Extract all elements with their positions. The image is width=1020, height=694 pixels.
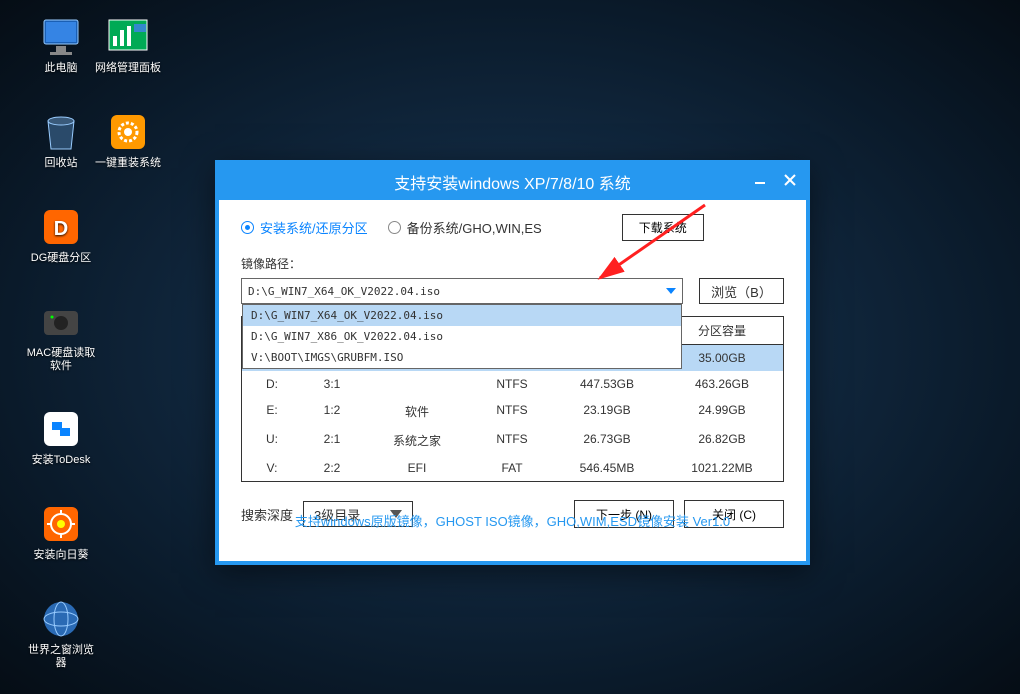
close-button[interactable]: [782, 172, 798, 188]
image-path-row: D:\G_WIN7_X64_OK_V2022.04.iso D:\G_WIN7_…: [241, 278, 784, 304]
desktop-icon-label: 安装向日葵: [25, 549, 97, 562]
download-system-button[interactable]: 下载系统: [622, 214, 704, 241]
desktop-icon-label: 此电脑: [25, 62, 97, 75]
desktop-icon-label: 世界之窗浏览器: [25, 644, 97, 670]
image-path-combo[interactable]: D:\G_WIN7_X64_OK_V2022.04.iso D:\G_WIN7_…: [241, 278, 683, 304]
radio-install-label: 安装系统/还原分区: [260, 218, 368, 237]
app-icon: [40, 503, 82, 545]
desktop-icon[interactable]: 回收站: [25, 111, 97, 170]
app-icon: [40, 598, 82, 640]
desktop-icon-label: 安装ToDesk: [25, 454, 97, 467]
app-icon: [107, 111, 149, 153]
installer-window: 支持安装windows XP/7/8/10 系统 安装系统/还原分区 备份系统/: [215, 160, 810, 565]
table-row[interactable]: E:1:2软件NTFS23.19GB24.99GB: [242, 397, 783, 426]
desktop-icon[interactable]: 此电脑: [25, 16, 97, 75]
desktop-icon[interactable]: 世界之窗浏览器: [25, 598, 97, 670]
app-icon: [107, 16, 149, 58]
app-icon: D: [40, 206, 82, 248]
window-title: 支持安装windows XP/7/8/10 系统: [394, 170, 631, 194]
radio-backup-label: 备份系统/GHO,WIN,ES: [407, 218, 542, 237]
radio-install[interactable]: 安装系统/还原分区: [241, 218, 368, 237]
desktop-icon-label: 网络管理面板: [92, 62, 164, 75]
desktop-icon[interactable]: D DG硬盘分区: [25, 206, 97, 265]
dropdown-item[interactable]: V:\BOOT\IMGS\GRUBFM.ISO: [243, 347, 681, 368]
desktop-icon-label: DG硬盘分区: [25, 252, 97, 265]
desktop-icon-label: 回收站: [25, 157, 97, 170]
desktop-icon[interactable]: 安装ToDesk: [25, 408, 97, 467]
table-row[interactable]: D:3:1NTFS447.53GB463.26GB: [242, 371, 783, 397]
svg-text:D: D: [54, 218, 68, 240]
radio-backup[interactable]: 备份系统/GHO,WIN,ES: [388, 218, 542, 237]
app-icon: [40, 111, 82, 153]
desktop: 此电脑网络管理面板回收站一键重装系统 D DG硬盘分区 MAC硬盘读取软件安装ToDe…: [0, 0, 1020, 694]
mode-radio-row: 安装系统/还原分区 备份系统/GHO,WIN,ES 下载系统: [241, 214, 784, 241]
browse-button[interactable]: 浏览（B）: [699, 278, 784, 304]
table-row[interactable]: V:2:2EFIFAT546.45MB1021.22MB: [242, 455, 783, 481]
app-icon: [40, 16, 82, 58]
footer-note: 支持windows原版镜像，GHOST ISO镜像，GHO,WIM,ESD镜像安…: [219, 511, 806, 530]
table-row[interactable]: U:2:1系统之家NTFS26.73GB26.82GB: [242, 426, 783, 455]
desktop-icon[interactable]: 一键重装系统: [92, 111, 164, 170]
minimize-button[interactable]: [752, 172, 768, 188]
desktop-icon-label: MAC硬盘读取软件: [25, 347, 97, 373]
desktop-icon[interactable]: MAC硬盘读取软件: [25, 301, 97, 373]
dropdown-item[interactable]: D:\G_WIN7_X64_OK_V2022.04.iso: [243, 305, 681, 326]
window-content: 安装系统/还原分区 备份系统/GHO,WIN,ES 下载系统 镜像路径： D:\…: [219, 200, 806, 536]
dropdown-item[interactable]: D:\G_WIN7_X86_OK_V2022.04.iso: [243, 326, 681, 347]
desktop-icon[interactable]: 网络管理面板: [92, 16, 164, 75]
image-path-value: D:\G_WIN7_X64_OK_V2022.04.iso: [248, 285, 440, 298]
image-path-dropdown: D:\G_WIN7_X64_OK_V2022.04.isoD:\G_WIN7_X…: [242, 304, 682, 369]
titlebar: 支持安装windows XP/7/8/10 系统: [219, 164, 806, 200]
chevron-down-icon: [666, 288, 676, 294]
app-icon: [40, 301, 82, 343]
image-path-label: 镜像路径：: [241, 255, 784, 272]
desktop-icon-label: 一键重装系统: [92, 157, 164, 170]
app-icon: [40, 408, 82, 450]
desktop-icon[interactable]: 安装向日葵: [25, 503, 97, 562]
